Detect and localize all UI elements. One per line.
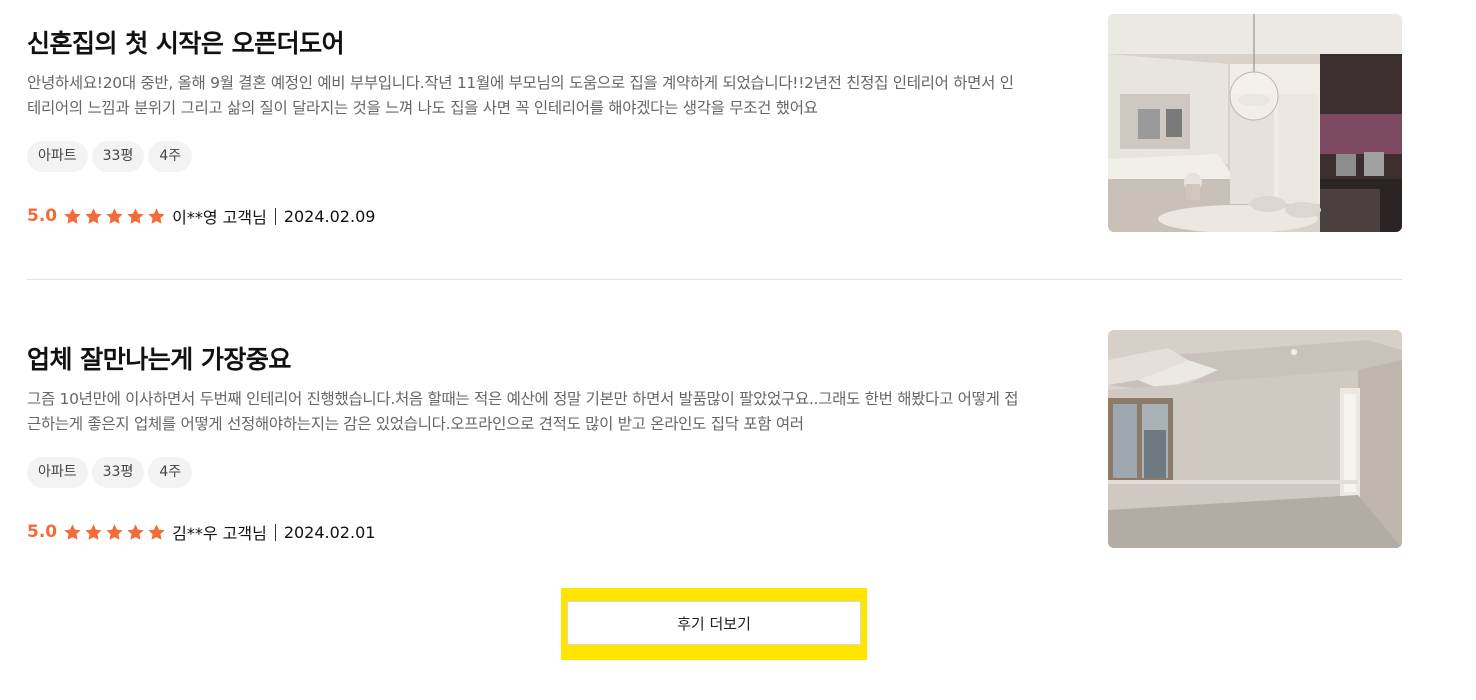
rating-stars	[63, 523, 166, 542]
tag-size: 33평	[91, 141, 145, 172]
tag-housing-type: 아파트	[27, 457, 88, 488]
review-date: 2024.02.01	[283, 522, 376, 542]
review-meta: 5.0 김**우 고객님 2024.02.01	[27, 520, 375, 544]
review-meta: 5.0 이**영 고객님 2024.02.09	[27, 204, 375, 228]
review-photo-living-room[interactable]	[1108, 330, 1402, 548]
review-author: 이**영 고객님	[172, 208, 267, 227]
review-divider	[27, 279, 1402, 280]
review-card[interactable]: 신혼집의 첫 시작은 오픈더도어 안녕하세요!20대 중반, 올해 9월 결혼 …	[27, 14, 1402, 232]
star-icon	[85, 207, 102, 224]
living-room-photo	[1108, 330, 1402, 548]
review-title[interactable]: 업체 잘만나는게 가장중요	[27, 340, 291, 376]
review-photo-kitchen[interactable]	[1108, 14, 1402, 232]
rating-score: 5.0	[27, 206, 58, 226]
review-title[interactable]: 신혼집의 첫 시작은 오픈더도어	[27, 24, 345, 60]
more-reviews-button[interactable]: 후기 더보기	[567, 601, 861, 645]
review-tags: 아파트 33평 4주	[27, 141, 193, 172]
review-card[interactable]: 업체 잘만나는게 가장중요 그즘 10년만에 이사하면서 두번째 인테리어 진행…	[27, 330, 1402, 548]
review-author: 김**우 고객님	[172, 524, 267, 543]
star-icon	[64, 523, 81, 540]
tag-duration: 4주	[148, 457, 193, 488]
star-icon	[148, 523, 165, 540]
review-body: 그즘 10년만에 이사하면서 두번째 인테리어 진행했습니다.처음 할때는 적은…	[27, 390, 1019, 433]
tag-housing-type: 아파트	[27, 141, 88, 172]
rating-score: 5.0	[27, 522, 58, 542]
star-icon	[64, 207, 81, 224]
star-icon	[148, 207, 165, 224]
review-tags: 아파트 33평 4주	[27, 457, 193, 488]
kitchen-photo	[1108, 14, 1402, 232]
meta-divider	[274, 207, 276, 225]
tag-size: 33평	[91, 457, 145, 488]
star-icon	[127, 207, 144, 224]
review-body: 안녕하세요!20대 중반, 올해 9월 결혼 예정인 예비 부부입니다.작년 1…	[27, 74, 1014, 117]
meta-divider	[274, 523, 276, 541]
more-button-highlight: 후기 더보기	[561, 588, 867, 660]
star-icon	[106, 207, 123, 224]
rating-stars	[63, 207, 166, 226]
review-date: 2024.02.09	[283, 206, 376, 226]
star-icon	[127, 523, 144, 540]
star-icon	[106, 523, 123, 540]
tag-duration: 4주	[148, 141, 193, 172]
star-icon	[85, 523, 102, 540]
